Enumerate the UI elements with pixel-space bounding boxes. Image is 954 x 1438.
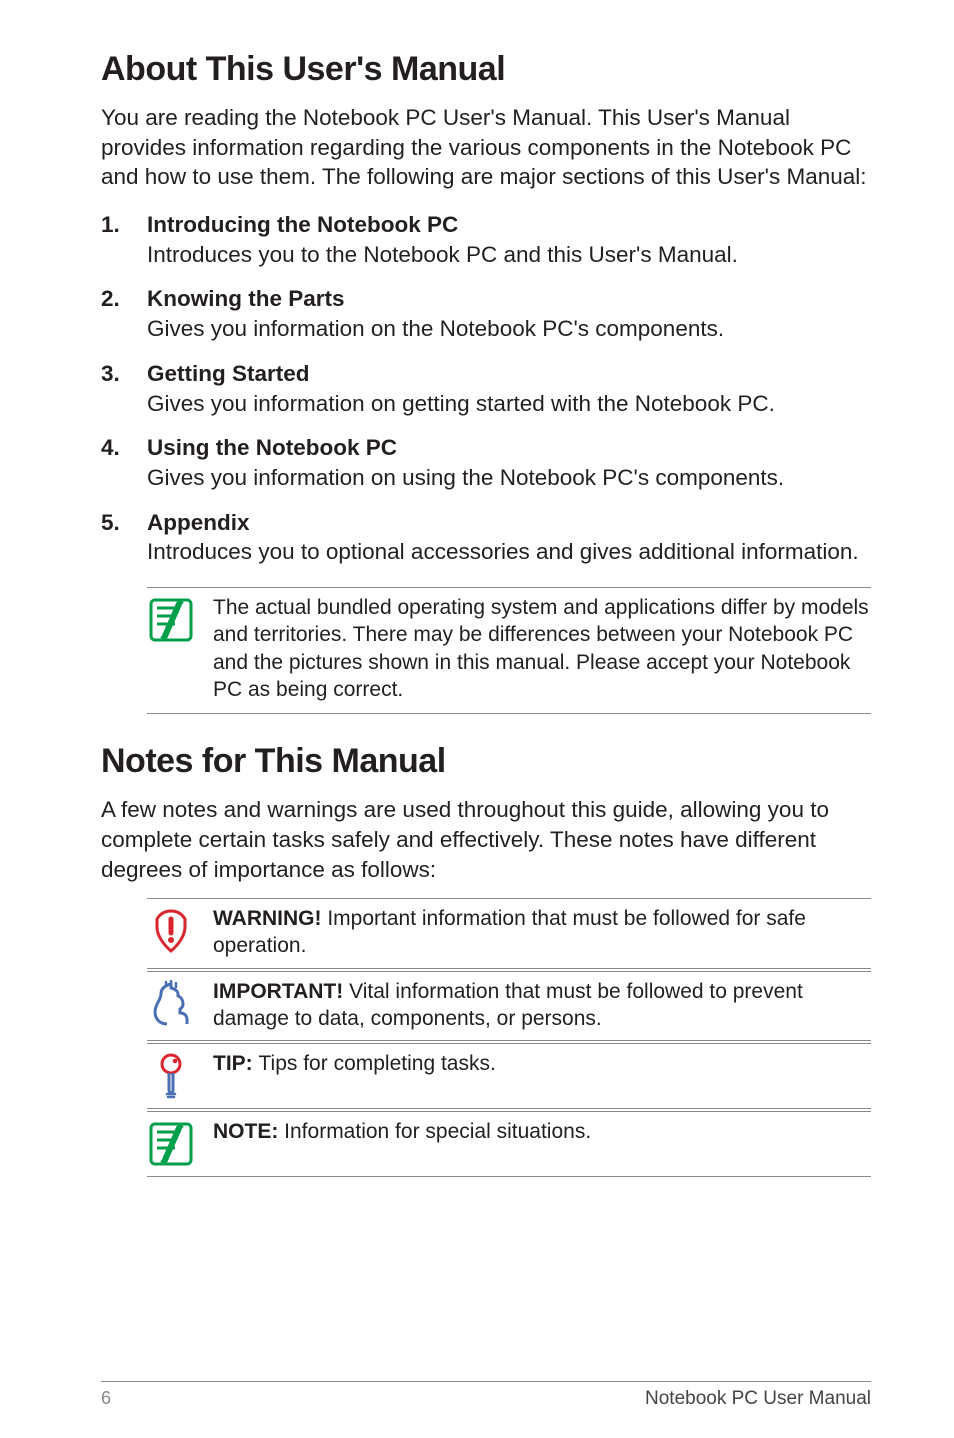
section-desc: Gives you information on using the Noteb… — [147, 463, 871, 493]
sections-list: Introducing the Notebook PC Introduces y… — [101, 210, 871, 567]
section-title: Appendix — [147, 508, 871, 538]
note-box-system: The actual bundled operating system and … — [147, 587, 871, 714]
document-title: Notebook PC User Manual — [645, 1388, 871, 1410]
page-footer: 6 Notebook PC User Manual — [101, 1381, 871, 1410]
list-item: Introducing the Notebook PC Introduces y… — [101, 210, 871, 269]
heading-notes: Notes for This Manual — [101, 742, 871, 781]
note-icon — [147, 596, 195, 644]
note-text: IMPORTANT! Vital information that must b… — [213, 978, 871, 1033]
warning-box: WARNING! Important information that must… — [147, 898, 871, 969]
important-box: IMPORTANT! Vital information that must b… — [147, 971, 871, 1042]
section-title: Getting Started — [147, 359, 871, 389]
list-item: Appendix Introduces you to optional acce… — [101, 508, 871, 567]
note-body: Information for special situations. — [284, 1120, 591, 1143]
intro-paragraph-1: You are reading the Notebook PC User's M… — [101, 103, 871, 192]
tip-icon — [147, 1052, 195, 1100]
section-title: Using the Notebook PC — [147, 433, 871, 463]
warning-icon — [147, 907, 195, 955]
section-desc: Gives you information on getting started… — [147, 389, 871, 419]
section-desc: Gives you information on the Notebook PC… — [147, 314, 871, 344]
note-text: NOTE: Information for special situations… — [213, 1118, 591, 1145]
note-text: TIP: Tips for completing tasks. — [213, 1050, 496, 1077]
section-desc: Introduces you to the Notebook PC and th… — [147, 240, 871, 270]
page-number: 6 — [101, 1388, 111, 1410]
notes-group: WARNING! Important information that must… — [147, 898, 871, 1177]
section-title: Introducing the Notebook PC — [147, 210, 871, 240]
tip-label: TIP: — [213, 1052, 259, 1075]
list-item: Using the Notebook PC Gives you informat… — [101, 433, 871, 492]
important-label: IMPORTANT! — [213, 980, 349, 1003]
list-item: Knowing the Parts Gives you information … — [101, 284, 871, 343]
note-icon — [147, 1120, 195, 1168]
note-text: The actual bundled operating system and … — [213, 594, 871, 703]
section-desc: Introduces you to optional accessories a… — [147, 537, 871, 567]
tip-box: TIP: Tips for completing tasks. — [147, 1043, 871, 1109]
note-label: NOTE: — [213, 1120, 284, 1143]
note-text: WARNING! Important information that must… — [213, 905, 871, 960]
warning-label: WARNING! — [213, 907, 327, 930]
section-title: Knowing the Parts — [147, 284, 871, 314]
intro-paragraph-2: A few notes and warnings are used throug… — [101, 795, 871, 884]
heading-about: About This User's Manual — [101, 50, 871, 89]
tip-body: Tips for completing tasks. — [259, 1052, 496, 1075]
important-icon — [147, 980, 195, 1028]
note-box: NOTE: Information for special situations… — [147, 1111, 871, 1177]
list-item: Getting Started Gives you information on… — [101, 359, 871, 418]
